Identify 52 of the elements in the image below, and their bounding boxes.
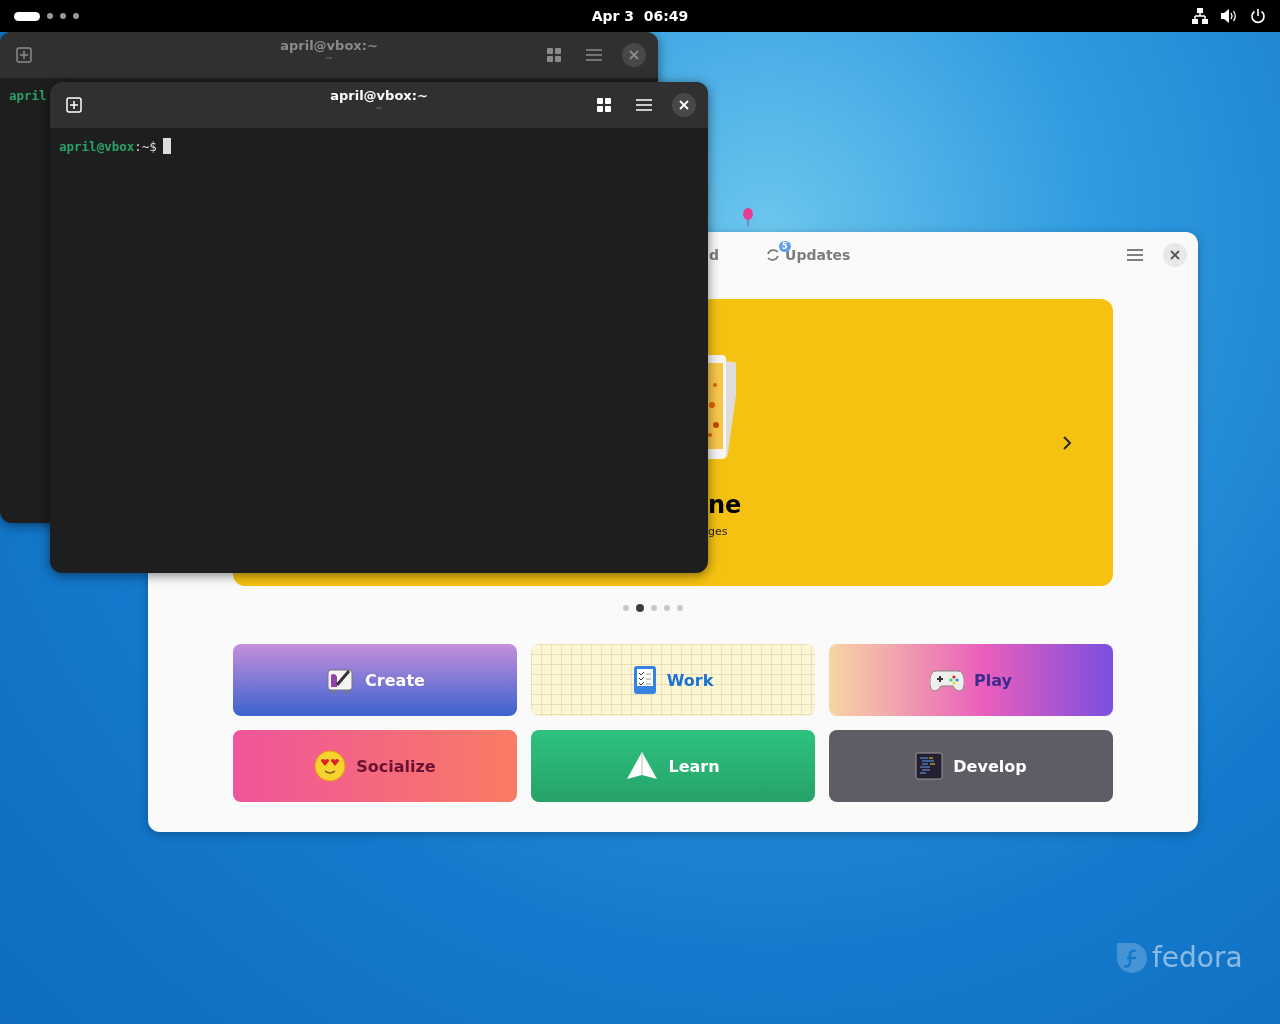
carousel-dot[interactable]	[664, 605, 670, 611]
chevron-right-icon	[1062, 434, 1072, 451]
close-icon	[1170, 250, 1180, 260]
grid-icon	[547, 48, 561, 62]
volume-icon[interactable]	[1220, 8, 1238, 24]
close-icon	[679, 100, 689, 110]
close-icon	[629, 50, 639, 60]
heart-eyes-emoji-icon	[314, 750, 347, 782]
close-button[interactable]	[672, 93, 696, 117]
category-button[interactable]: Create	[233, 644, 517, 716]
category-button[interactable]: Play	[829, 644, 1113, 716]
plus-icon	[66, 97, 82, 113]
logo-icon	[1116, 941, 1148, 974]
category-button[interactable]: Develop	[829, 730, 1113, 802]
carousel-dot[interactable]	[636, 604, 644, 612]
grid-icon	[597, 98, 611, 112]
featured-title: ne	[708, 491, 742, 519]
carousel-dot[interactable]	[623, 605, 629, 611]
workspace-indicator[interactable]	[14, 11, 40, 21]
checklist-icon	[632, 665, 657, 695]
count-badge: 5	[779, 241, 791, 252]
featured-banner[interactable]: ne ges	[708, 299, 1113, 586]
menu-icon	[636, 99, 652, 111]
category-button[interactable]: Learn	[531, 730, 815, 802]
category-button[interactable]: Socialize	[233, 730, 517, 802]
plus-icon	[16, 47, 32, 63]
carousel-dot[interactable]	[677, 605, 683, 611]
shell-prompt: april	[9, 88, 47, 103]
category-button[interactable]: Work	[531, 644, 815, 716]
window-subtitle: ~	[325, 53, 333, 63]
menu-icon	[586, 49, 602, 61]
window-subtitle: ~	[375, 103, 383, 113]
gamepad-icon	[930, 667, 964, 693]
paper-plane-icon	[626, 751, 659, 781]
window-title: april@vbox:~	[280, 38, 378, 53]
workspace-indicator[interactable]	[73, 13, 79, 19]
network-icon[interactable]	[1192, 8, 1208, 24]
code-editor-icon	[915, 752, 944, 780]
featured-subtitle: ges	[708, 525, 728, 538]
view-tab[interactable]: d	[709, 243, 726, 267]
refresh-icon	[765, 247, 782, 263]
carousel-dot[interactable]	[651, 605, 657, 611]
clock[interactable]: Apr 3 06:49	[591, 8, 689, 24]
shell-prompt: april@vbox:~$	[59, 138, 157, 154]
window-title: april@vbox:~	[330, 88, 428, 103]
logo-wordmark: fedora	[1152, 941, 1243, 974]
workspace-indicator[interactable]	[60, 13, 66, 19]
power-icon[interactable]	[1250, 8, 1266, 24]
workspace-indicator[interactable]	[47, 13, 53, 19]
balloon-icon	[742, 208, 754, 228]
close-button[interactable]	[1163, 243, 1187, 267]
menu-icon	[1127, 249, 1143, 261]
